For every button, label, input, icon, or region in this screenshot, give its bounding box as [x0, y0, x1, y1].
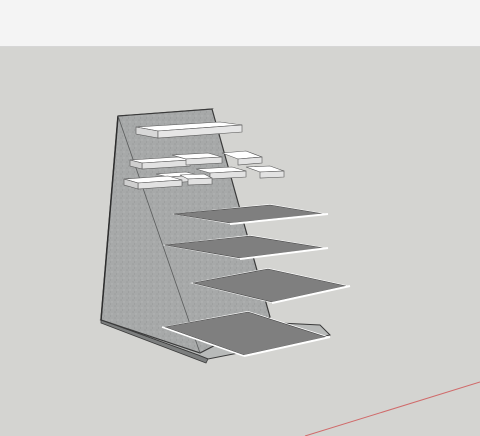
red-axis-line-icon — [304, 381, 480, 436]
3d-viewport[interactable] — [0, 47, 480, 436]
toolbar-strip — [0, 0, 480, 47]
model-scene[interactable] — [0, 47, 480, 436]
tile[interactable] — [245, 165, 285, 179]
tile[interactable] — [221, 150, 263, 166]
